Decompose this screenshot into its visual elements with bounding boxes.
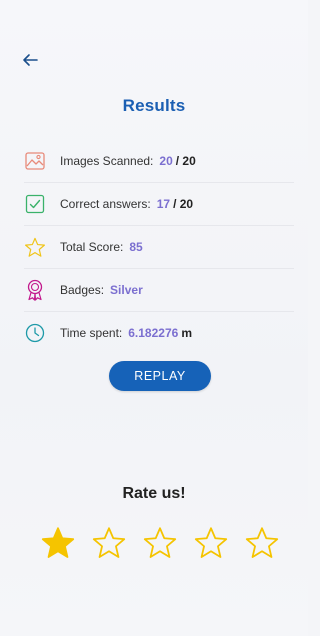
replay-button[interactable]: REPLAY [109,361,211,391]
rate-us-title: Rate us! [122,485,186,502]
stat-label: Total Score: [60,240,124,254]
star-1-filled-icon[interactable] [40,526,76,562]
checkbox-icon [24,193,46,215]
stat-row-correct-answers: Correct answers: 17 / 20 [24,183,294,226]
stat-suffix: / 20 [173,197,194,211]
star-5-outline-icon[interactable] [244,526,280,562]
page-title: Results [122,96,186,115]
results-screen: Results Images Scanned: 20 / 20 Correct … [0,0,308,636]
stat-label: Images Scanned: [60,154,154,168]
star-2-outline-icon[interactable] [91,526,127,562]
stat-value: 85 [129,240,143,254]
star-3-outline-icon[interactable] [142,526,178,562]
stat-label: Time spent: [60,326,123,340]
stat-row-time-spent: Time spent: 6.182276 m [24,312,294,354]
stat-row-total-score: Total Score: 85 [24,226,294,269]
stat-suffix: / 20 [175,154,196,168]
stat-row-badges: Badges: Silver [24,269,294,312]
stat-value: Silver [110,283,143,297]
stat-suffix: m [181,326,192,340]
image-icon [24,150,46,172]
stat-row-images-scanned: Images Scanned: 20 / 20 [24,140,294,183]
star-outline-icon [24,236,46,258]
badge-icon [24,279,46,301]
back-button[interactable] [20,50,44,70]
stat-label: Correct answers: [60,197,151,211]
stat-value: 20 [159,154,173,168]
stats-list: Images Scanned: 20 / 20 Correct answers:… [24,140,294,354]
star-rating [40,526,280,566]
star-4-outline-icon[interactable] [193,526,229,562]
arrow-left-icon [20,50,44,70]
clock-icon [24,322,46,344]
stat-value: 17 [156,197,171,211]
stat-value: 6.182276 [128,326,179,340]
stat-label: Badges: [60,283,105,297]
